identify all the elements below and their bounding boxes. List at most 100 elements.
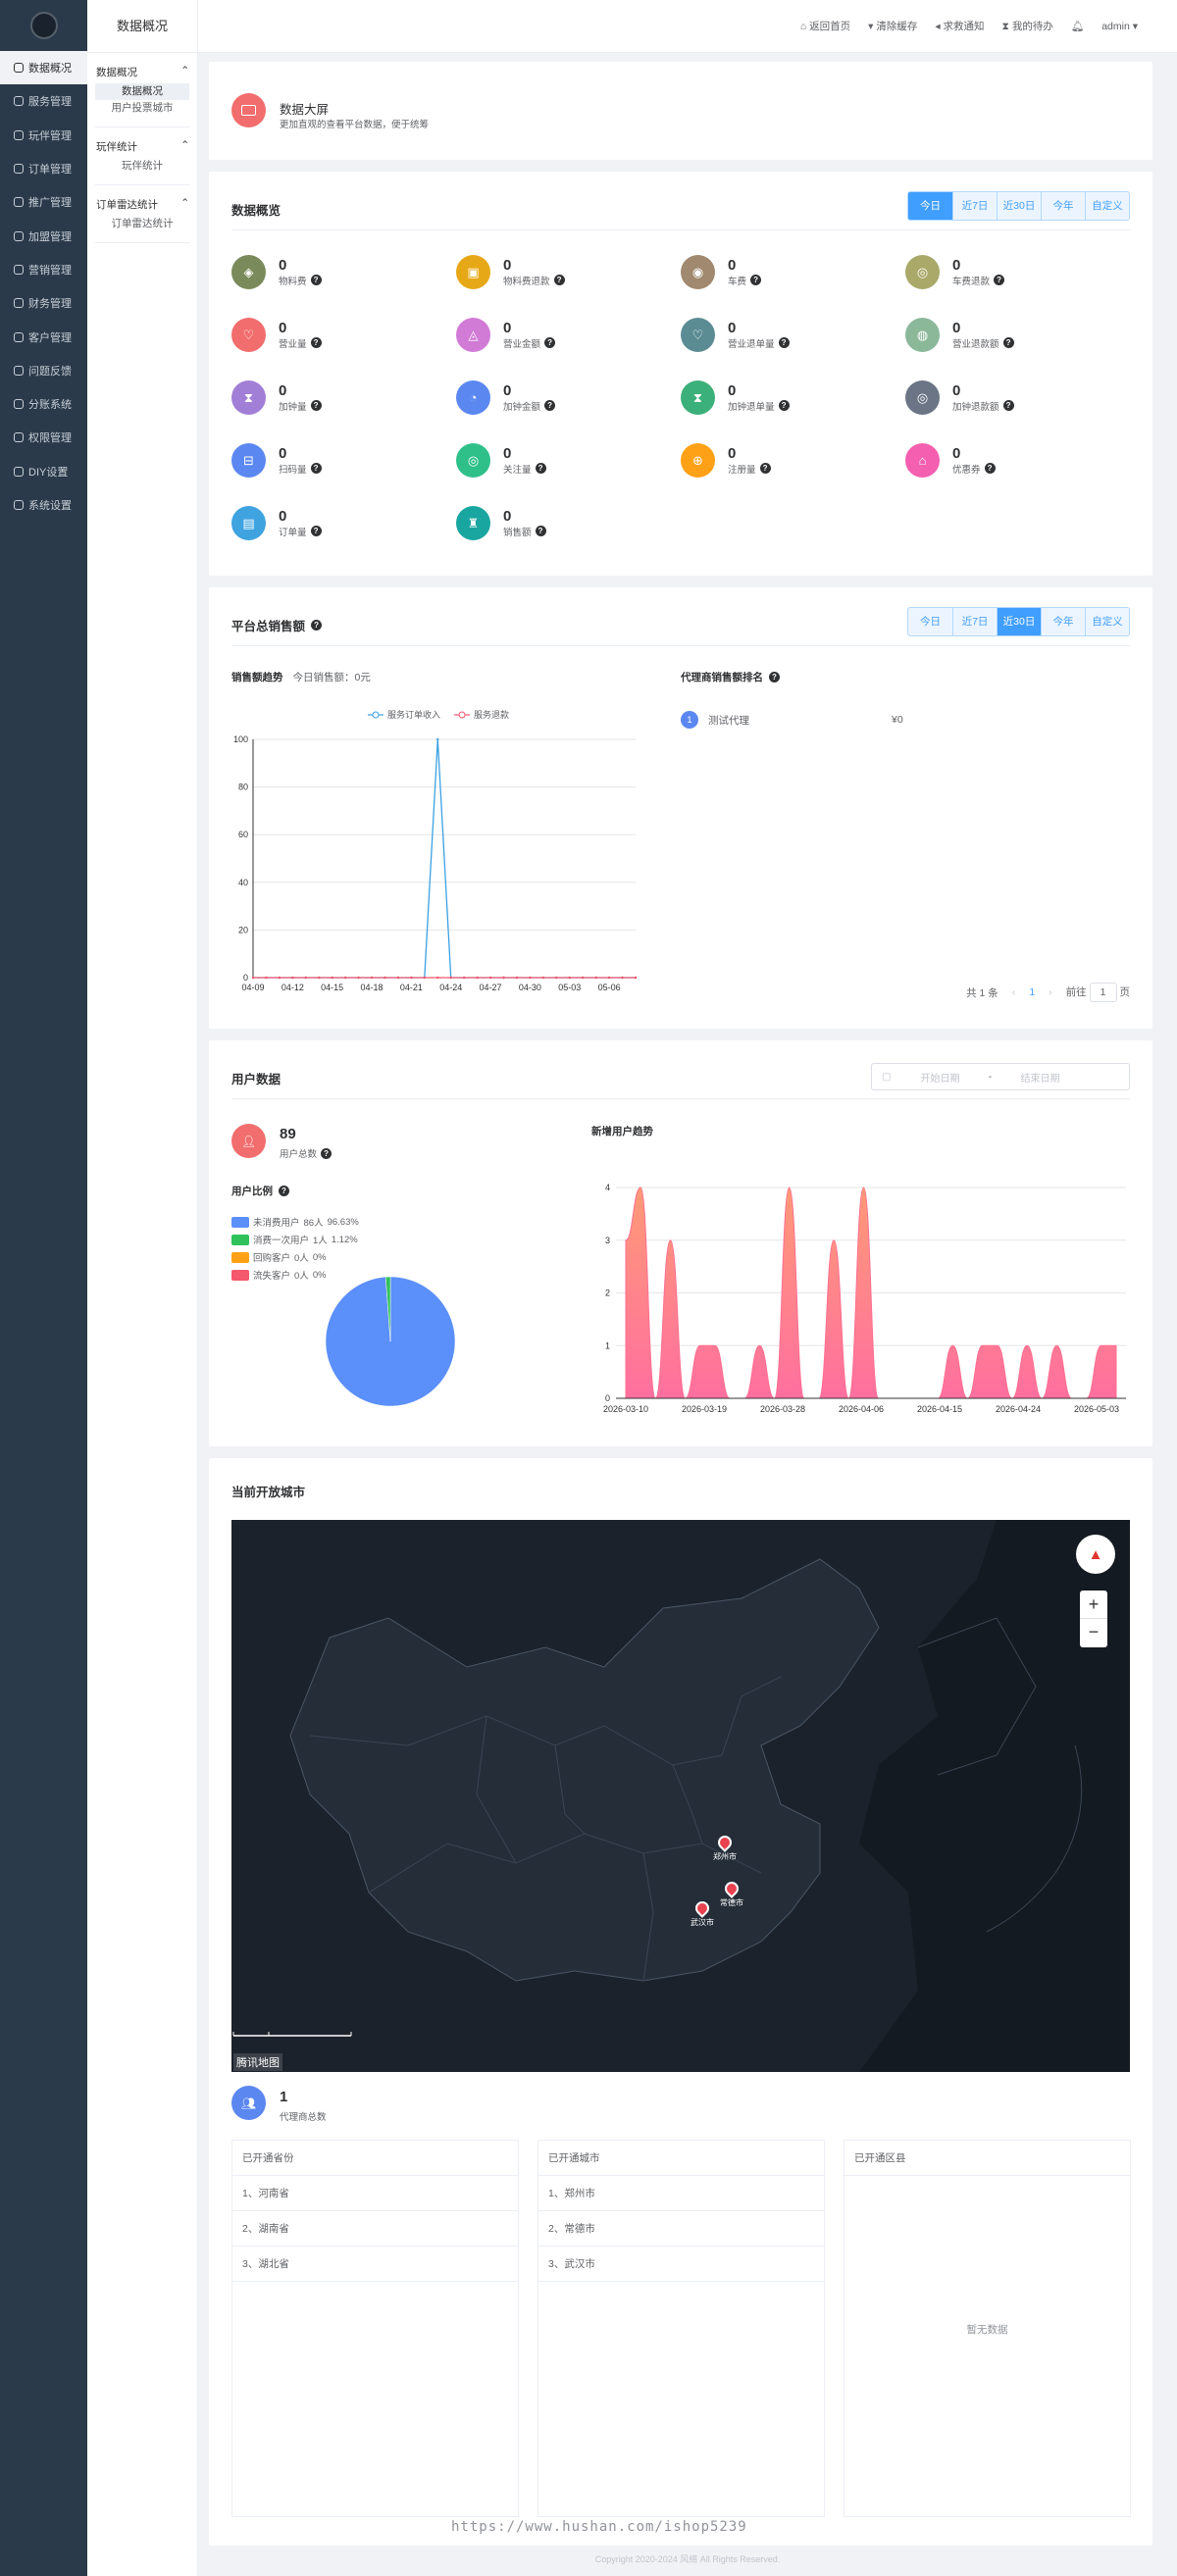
trend-label: 销售额趋势 — [231, 672, 283, 683]
stat-icon: ⊟ — [231, 443, 266, 478]
agent-icon: 👥︎ — [231, 2086, 266, 2120]
submenu-link-radar[interactable]: 订单雷达统计 — [87, 216, 197, 232]
help-icon[interactable]: ? — [310, 526, 322, 536]
help-icon[interactable]: ? — [994, 275, 1005, 285]
pager-current[interactable]: 1 — [1029, 986, 1035, 998]
help-icon[interactable]: ? — [1002, 337, 1014, 348]
y-tick-label: 0 — [605, 1393, 610, 1403]
sidebar-item[interactable]: 服务管理 — [0, 84, 87, 118]
range-tab[interactable]: 自定义 — [1085, 192, 1129, 220]
banner-desc: 更加直观的查看平台数据，便于统筹 — [280, 120, 430, 130]
sidebar-item[interactable]: 推广管理 — [0, 185, 87, 219]
caret-down-icon: ▾ — [1132, 20, 1138, 32]
sidebar-item-label: 数据概况 — [28, 63, 72, 76]
stat-label: 营业量 — [279, 338, 307, 350]
help-icon[interactable]: ? — [553, 275, 565, 285]
range-tab[interactable]: 近30日 — [997, 192, 1041, 220]
city-marker[interactable]: 武汉市 — [683, 1898, 722, 1928]
x-tick-label: 04-24 — [439, 983, 462, 992]
sidebar-item[interactable]: 玩伴管理 — [0, 119, 87, 152]
x-tick-label: 2026-04-15 — [917, 1404, 962, 1414]
end-date-input[interactable]: 结束日期 — [1000, 1070, 1079, 1085]
help-icon[interactable]: ? — [984, 463, 996, 474]
submenu-link-overview[interactable]: 数据概况 — [95, 83, 189, 100]
next-page-icon[interactable]: › — [1049, 986, 1052, 998]
home-link[interactable]: ⌂ 返回首页 — [800, 19, 850, 33]
help-icon[interactable]: ? — [544, 400, 556, 411]
city-marker[interactable]: 郑州市 — [705, 1833, 744, 1862]
submenu-link-partner[interactable]: 玩伴统计 — [87, 158, 197, 175]
help-icon[interactable]: ? — [535, 526, 546, 536]
range-tab[interactable]: 近30日 — [997, 608, 1041, 635]
help-icon[interactable]: ? — [311, 620, 323, 631]
clear-cache-link[interactable]: ▾ 清除缓存 — [868, 19, 917, 33]
stat-label: 加钟退款额 — [952, 401, 999, 413]
range-tab[interactable]: 今年 — [1041, 608, 1085, 635]
sidebar-item[interactable]: 系统设置 — [0, 488, 87, 522]
sidebar-item[interactable]: 数据概况 — [0, 51, 87, 85]
goto-input[interactable]: 1 — [1089, 983, 1117, 1002]
help-icon[interactable]: ? — [750, 275, 762, 285]
legend-count: 1人 — [313, 1236, 328, 1246]
user-dropdown[interactable]: admin ▾ — [1101, 21, 1138, 32]
prev-page-icon[interactable]: ‹ — [1012, 986, 1016, 998]
help-icon[interactable]: ? — [1002, 400, 1014, 411]
range-tab[interactable]: 今年 — [1041, 192, 1085, 220]
help-icon[interactable]: ? — [778, 400, 790, 411]
help-icon[interactable]: ? — [310, 400, 322, 411]
sidebar-item[interactable]: 问题反馈 — [0, 354, 87, 387]
sidebar-item[interactable]: 财务管理 — [0, 286, 87, 320]
help-icon[interactable]: ? — [279, 1186, 289, 1196]
help-icon[interactable]: ? — [535, 463, 546, 474]
banner-title[interactable]: 数据大屏 — [280, 99, 329, 118]
data-point — [607, 976, 611, 980]
range-tab[interactable]: 今日 — [908, 608, 952, 635]
submenu-group-radar[interactable]: 订单雷达统计 ⌃ — [87, 185, 197, 216]
submenu-group-partner[interactable]: 玩伴统计 ⌃ — [87, 127, 197, 158]
compass-icon[interactable]: ▲ — [1076, 1535, 1115, 1574]
help-icon[interactable]: ? — [310, 463, 322, 474]
submenu-link-vote-city[interactable]: 用户投票城市 — [87, 100, 197, 117]
sidebar-item[interactable]: 加盟管理 — [0, 219, 87, 252]
sos-notice-link[interactable]: ◂ 求救通知 — [935, 19, 984, 33]
sidebar-item[interactable]: 营销管理 — [0, 253, 87, 286]
zoom-out-button[interactable]: − — [1080, 1619, 1107, 1647]
range-tab[interactable]: 近7日 — [952, 608, 997, 635]
data-point — [568, 976, 571, 980]
bell-icon[interactable]: 🔔︎ — [1071, 20, 1084, 32]
help-icon[interactable]: ? — [759, 463, 771, 474]
help-icon[interactable]: ? — [321, 1147, 333, 1159]
date-range-picker[interactable]: ▢ 开始日期 - 结束日期 — [871, 1063, 1130, 1090]
help-icon[interactable]: ? — [778, 337, 790, 348]
help-icon[interactable]: ? — [310, 275, 322, 285]
sidebar-item[interactable]: DIY设置 — [0, 455, 87, 488]
stat-icon: ◍ — [905, 318, 940, 352]
sub-sidebar-title: 数据概况 — [87, 0, 197, 53]
city-table-header: 已开通区县 — [844, 2141, 1130, 2176]
stat-label: 营业退单量 — [728, 338, 775, 350]
sidebar-item[interactable]: 分账系统 — [0, 387, 87, 421]
todo-link[interactable]: ⧗ 我的待办 — [1002, 19, 1053, 33]
help-icon[interactable]: ? — [310, 337, 322, 348]
chevron-up-icon: ⌃ — [180, 139, 189, 151]
stat-label-row: 车费退款? — [952, 274, 1005, 287]
submenu-group-overview[interactable]: 数据概况 ⌃ — [87, 53, 197, 83]
sidebar-item[interactable]: 订单管理 — [0, 152, 87, 185]
sales-range-tabs: 今日 近7日 近30日 今年 自定义 — [907, 607, 1130, 636]
range-tab[interactable]: 自定义 — [1085, 608, 1129, 635]
zoom-in-button[interactable]: + — [1080, 1591, 1107, 1619]
sidebar-item[interactable]: 权限管理 — [0, 421, 87, 454]
range-tab[interactable]: 近7日 — [952, 192, 997, 220]
help-icon[interactable]: ? — [544, 337, 556, 348]
sidebar-item[interactable]: 客户管理 — [0, 320, 87, 353]
copyright: Copyright 2020-2024 风络 All Rights Reserv… — [594, 2554, 781, 2564]
range-tab[interactable]: 今日 — [908, 192, 952, 220]
stat-item: ◎ 0 加钟退款额? — [905, 380, 1014, 415]
stat-icon: ◬ — [456, 318, 490, 352]
menu-item-icon — [14, 96, 24, 107]
start-date-input[interactable]: 开始日期 — [900, 1070, 979, 1085]
stat-icon: ◔ — [456, 380, 490, 415]
legend-pct: 96.63% — [327, 1216, 359, 1228]
china-map[interactable]: 郑州市 常德市 武汉市 腾讯地图 ▲ + − — [231, 1520, 1130, 2072]
help-icon[interactable]: ? — [769, 672, 780, 682]
